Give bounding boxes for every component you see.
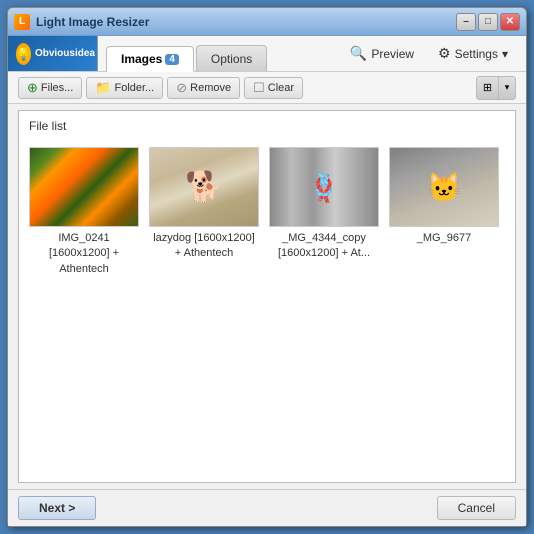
file-list-header: File list — [25, 117, 509, 135]
settings-button[interactable]: ⚙ Settings ▾ — [430, 42, 516, 65]
window-title: Light Image Resizer — [36, 15, 456, 29]
image-label: IMG_0241 [1600x1200] + Athentech — [29, 231, 139, 277]
settings-icon: ⚙ — [438, 45, 451, 62]
thumb-dog: 🐕 — [150, 148, 258, 226]
add-files-icon: ⊕ — [27, 80, 38, 96]
thumb-cat: 🐱 — [390, 148, 498, 226]
view-selector[interactable]: ⊞ ▾ — [476, 76, 516, 100]
file-list-panel: File list IMG_0241 [1600x1200] + Athente… — [18, 110, 516, 483]
image-label: lazydog [1600x1200] + Athentech — [149, 231, 259, 262]
list-item[interactable]: 🪢 _MG_4344_copy [1600x1200] + At... — [269, 147, 379, 277]
remove-icon: ⊘ — [176, 80, 187, 96]
settings-dropdown-icon: ▾ — [502, 47, 508, 61]
list-item[interactable]: 🐱 _MG_9677 — [389, 147, 499, 277]
maximize-button[interactable]: □ — [478, 13, 498, 31]
thumb-flowers — [30, 148, 138, 226]
list-item[interactable]: IMG_0241 [1600x1200] + Athentech — [29, 147, 139, 277]
tab-options[interactable]: Options — [196, 45, 267, 71]
image-label: _MG_4344_copy [1600x1200] + At... — [269, 231, 379, 262]
cancel-button[interactable]: Cancel — [437, 496, 516, 520]
list-item[interactable]: 🐕 lazydog [1600x1200] + Athentech — [149, 147, 259, 277]
clear-button[interactable]: ☐ Clear — [244, 77, 303, 99]
minimize-button[interactable]: – — [456, 13, 476, 31]
logo-area: 💡 Obviousidea — [8, 36, 98, 71]
main-window: L Light Image Resizer – □ ✕ 💡 Obviouside… — [7, 7, 527, 527]
images-badge: 4 — [165, 54, 179, 65]
footer: Next > Cancel — [8, 489, 526, 526]
close-button[interactable]: ✕ — [500, 13, 520, 31]
preview-button[interactable]: 🔍 Preview — [342, 42, 422, 65]
logo-text: Obviousidea — [35, 48, 95, 60]
thumb-rope: 🪢 — [270, 148, 378, 226]
title-bar: L Light Image Resizer – □ ✕ — [8, 8, 526, 36]
image-grid: IMG_0241 [1600x1200] + Athentech 🐕 lazyd… — [25, 143, 509, 281]
folder-icon: 📁 — [95, 80, 111, 96]
preview-icon: 🔍 — [350, 45, 367, 62]
menu-bar: 💡 Obviousidea Images 4 Options 🔍 Preview… — [8, 36, 526, 72]
view-dropdown-button[interactable]: ▾ — [499, 77, 515, 99]
tab-bar: Images 4 Options — [98, 36, 332, 71]
clear-icon: ☐ — [253, 80, 265, 96]
app-icon: L — [14, 14, 30, 30]
image-thumbnail — [29, 147, 139, 227]
window-controls: – □ ✕ — [456, 13, 520, 31]
image-thumbnail: 🐕 — [149, 147, 259, 227]
image-thumbnail: 🐱 — [389, 147, 499, 227]
toolbar: ⊕ Files... 📁 Folder... ⊘ Remove ☐ Clear … — [8, 72, 526, 104]
next-button[interactable]: Next > — [18, 496, 96, 520]
menu-right: 🔍 Preview ⚙ Settings ▾ — [332, 36, 526, 71]
tab-images[interactable]: Images 4 — [106, 46, 194, 72]
logo-icon: 💡 — [16, 43, 31, 65]
image-label: _MG_9677 — [389, 231, 499, 246]
image-thumbnail: 🪢 — [269, 147, 379, 227]
view-grid-button[interactable]: ⊞ — [477, 77, 499, 99]
remove-button[interactable]: ⊘ Remove — [167, 77, 240, 99]
add-files-button[interactable]: ⊕ Files... — [18, 77, 82, 99]
add-folder-button[interactable]: 📁 Folder... — [86, 77, 163, 99]
